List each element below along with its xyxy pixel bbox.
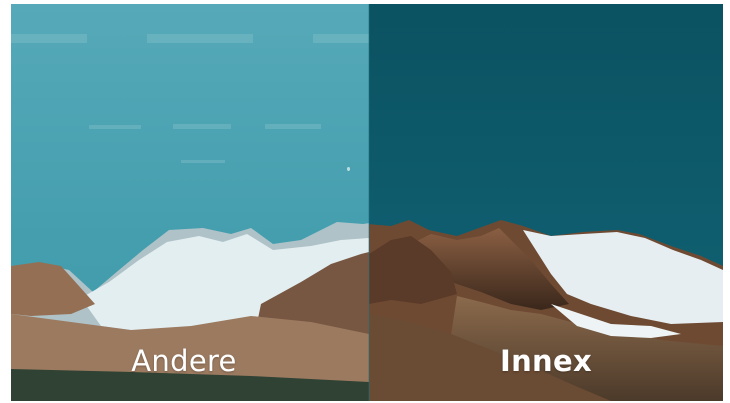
label-andere: Andere bbox=[131, 344, 237, 378]
label-innex: Innex bbox=[500, 344, 592, 378]
moon-icon bbox=[347, 167, 350, 171]
